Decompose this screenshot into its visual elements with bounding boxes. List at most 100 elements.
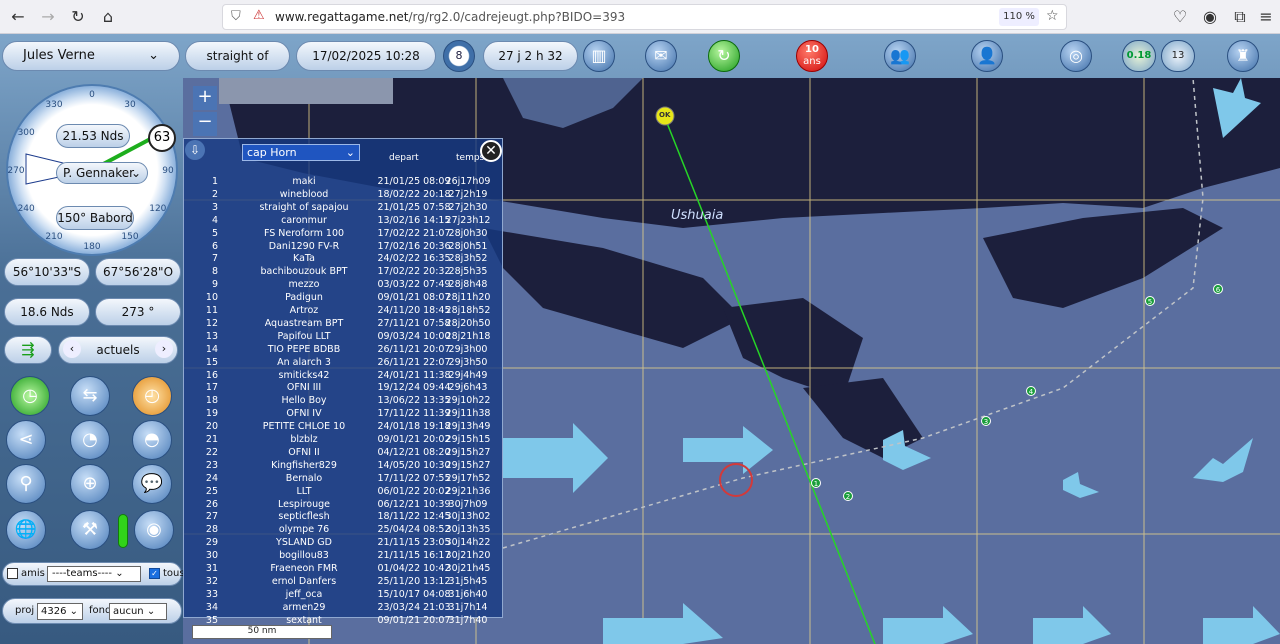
table-row[interactable]: 31 Fraeneon FMR 01/04/22 10:42 30j21h45 <box>184 562 504 575</box>
download-icon[interactable]: ⇩ <box>185 140 205 160</box>
clock-icon[interactable]: ◷ <box>10 376 50 416</box>
tools-icon[interactable]: ⚒ <box>70 510 110 550</box>
url-bar[interactable]: ⛉ ⚠ www.regattagame.net/rg/rg2.0/cadreje… <box>222 4 1067 30</box>
clock-step-icon[interactable]: 8 <box>443 40 475 72</box>
waypoint-marker[interactable]: 6 <box>1213 284 1223 294</box>
table-row[interactable]: 29 YSLAND GD 21/11/15 23:05 30j14h22 <box>184 536 504 549</box>
buildings-icon[interactable]: ▥ <box>583 40 615 72</box>
zoom-in-button[interactable]: + <box>193 86 217 110</box>
timer-icon[interactable]: ◴ <box>132 376 172 416</box>
user-icon[interactable]: 👤 <box>971 40 1003 72</box>
anniversary-badge-icon[interactable]: 10 ans <box>796 40 828 72</box>
table-row[interactable]: 5 FS Neroform 100 17/02/22 21:07 28j0h30 <box>184 227 504 240</box>
cell-name: ernol Danfers <box>271 575 337 587</box>
home-icon[interactable]: ⌂ <box>98 7 118 27</box>
account-icon[interactable]: ◉ <box>1200 7 1220 27</box>
table-row[interactable]: 7 KaTa 24/02/22 16:35 28j3h52 <box>184 252 504 265</box>
table-row[interactable]: 30 bogillou83 21/11/15 16:17 30j21h20 <box>184 549 504 562</box>
table-row[interactable]: 17 OFNI III 19/12/24 09:44 29j6h43 <box>184 381 504 394</box>
forward-icon[interactable]: → <box>38 7 58 27</box>
back-icon[interactable]: ← <box>8 7 28 27</box>
amis-checkbox[interactable] <box>7 568 18 579</box>
table-row[interactable]: 3 straight of sapajou 21/01/25 07:58 27j2h3… <box>184 201 504 214</box>
cell-temps: 27j2h19 <box>448 188 488 200</box>
table-row[interactable]: 14 TIO PEPE BDBB 26/11/21 20:07 29j3h00 <box>184 343 504 356</box>
wind-arrows-icon[interactable]: ⇶ <box>4 336 52 364</box>
waypoint-marker[interactable]: 5 <box>1145 296 1155 306</box>
waypoint-marker[interactable]: 1 <box>811 478 821 488</box>
table-row[interactable]: 33 jeff_oca 15/10/17 04:08 31j6h40 <box>184 588 504 601</box>
table-row[interactable]: 26 Lespirouge 06/12/21 10:39 30j7h09 <box>184 498 504 511</box>
menu-icon[interactable]: ≡ <box>1256 7 1276 27</box>
table-row[interactable]: 1 maki 21/01/25 08:09 26j17h09 <box>184 175 504 188</box>
boat-select[interactable]: Jules Verne ⌄ <box>2 41 180 71</box>
table-row[interactable]: 4 caronmur 13/02/16 14:15 27j23h12 <box>184 214 504 227</box>
fond-select[interactable]: aucun ⌄ <box>109 603 167 620</box>
magnifier-icon[interactable]: ⚲ <box>6 464 46 504</box>
waypoint-marker[interactable]: 2 <box>843 491 853 501</box>
counter-grey[interactable]: 13 <box>1161 40 1195 72</box>
wind-arrow-icon <box>503 423 608 493</box>
table-row[interactable]: 12 Aquastream BPT 27/11/21 07:58 28j20h50 <box>184 317 504 330</box>
eye-icon[interactable]: ◉ <box>134 510 174 550</box>
table-row[interactable]: 28 olympe 76 25/04/24 08:52 30j13h35 <box>184 523 504 536</box>
zoom-level[interactable]: 110 % <box>999 8 1039 26</box>
next-arrow-icon[interactable]: › <box>155 340 173 358</box>
counter-green[interactable]: 0.18 <box>1122 40 1156 72</box>
zoom-out-button[interactable]: − <box>193 112 217 136</box>
share-icon[interactable]: ⋖ <box>6 420 46 460</box>
table-row[interactable]: 10 Padigun 09/01/21 08:07 28j11h20 <box>184 291 504 304</box>
table-row[interactable]: 24 Bernalo 17/11/22 07:55 29j17h52 <box>184 472 504 485</box>
gauge-icon[interactable]: ◔ <box>70 420 110 460</box>
tous-checkbox[interactable]: ✓ <box>149 568 160 579</box>
teams-select[interactable]: ----teams---- ⌄ <box>47 566 141 582</box>
col-depart: depart <box>389 153 419 163</box>
compass-tick-label: 90 <box>162 166 174 176</box>
crosshair-icon[interactable]: ⊕ <box>70 464 110 504</box>
table-row[interactable]: 13 Papifou LLT 09/03/24 10:00 28j21h18 <box>184 330 504 343</box>
chat-bubble-icon[interactable]: 💬 <box>132 464 172 504</box>
table-row[interactable]: 34 armen29 23/03/24 21:03 31j7h14 <box>184 601 504 614</box>
table-row[interactable]: 15 An alarch 3 26/11/21 22:07 29j3h50 <box>184 356 504 369</box>
prev-arrow-icon[interactable]: ‹ <box>63 340 81 358</box>
waypoint-marker[interactable]: 3 <box>981 416 991 426</box>
table-row[interactable]: 23 Kingfisher829 14/05/20 10:30 29j15h27 <box>184 459 504 472</box>
table-row[interactable]: 18 Hello Boy 13/06/22 13:35 29j10h22 <box>184 394 504 407</box>
table-row[interactable]: 25 LLT 06/01/22 20:02 29j21h36 <box>184 485 504 498</box>
table-row[interactable]: 21 blzblz 09/01/21 20:02 29j15h15 <box>184 433 504 446</box>
table-row[interactable]: 27 septicflesh 18/11/22 12:45 30j13h02 <box>184 510 504 523</box>
compass-dial[interactable]: 0306090120150180210240270300330 21.53 Nd… <box>6 84 178 256</box>
reload-icon[interactable]: ↻ <box>68 7 88 27</box>
table-row[interactable]: 16 smiticks42 24/01/21 11:38 29j4h49 <box>184 369 504 382</box>
table-row[interactable]: 9 mezzo 03/03/22 07:49 28j8h48 <box>184 278 504 291</box>
table-row[interactable]: 8 bachibouzouk BPT 17/02/22 20:32 28j5h35 <box>184 265 504 278</box>
table-row[interactable]: 6 Dani1290 FV-R 17/02/16 20:36 28j0h51 <box>184 240 504 253</box>
race-name[interactable]: straight of sapajou <box>185 41 290 91</box>
cell-rank: 10 <box>205 292 218 304</box>
extensions-icon[interactable]: ⧉ <box>1230 7 1250 27</box>
pocket-icon[interactable]: ♡ <box>1170 7 1190 27</box>
proj-select[interactable]: 4326 ⌄ <box>37 603 83 620</box>
table-row[interactable]: 11 Artroz 24/11/20 18:45 28j18h52 <box>184 304 504 317</box>
group-icon[interactable]: 👥 <box>884 40 916 72</box>
lifebuoy-icon[interactable]: ◎ <box>1060 40 1092 72</box>
globe-icon[interactable]: 🌐 <box>6 510 46 550</box>
sail-select[interactable]: P. Gennaker ⌄ <box>56 162 148 184</box>
swap-icon[interactable]: ⇆ <box>70 376 110 416</box>
close-icon[interactable]: ✕ <box>480 140 502 162</box>
cell-rank: 23 <box>205 459 218 471</box>
table-row[interactable]: 20 PETITE CHLOE 10 24/01/18 19:18 29j13h49 <box>184 420 504 433</box>
lighthouse-icon[interactable]: ♜ <box>1227 40 1259 72</box>
ranking-select[interactable]: cap Horn ⌄ <box>242 144 360 161</box>
bookmark-star-icon[interactable]: ☆ <box>1046 8 1059 24</box>
protractor-icon[interactable]: ◓ <box>132 420 172 460</box>
waypoint-marker[interactable]: 4 <box>1026 386 1036 396</box>
table-row[interactable]: 19 OFNI IV 17/11/22 11:39 29j11h38 <box>184 407 504 420</box>
table-row[interactable]: 32 ernol Danfers 25/11/20 13:12 31j5h45 <box>184 575 504 588</box>
refresh-icon[interactable]: ↻ <box>708 40 740 72</box>
mail-icon[interactable]: ✉ <box>645 40 677 72</box>
compass-tick-label: 210 <box>45 232 62 242</box>
table-row[interactable]: 2 wineblood 18/02/22 20:18 27j2h19 <box>184 188 504 201</box>
table-row[interactable]: 22 OFNI II 04/12/21 08:20 29j15h27 <box>184 446 504 459</box>
view-selector[interactable]: ‹ actuels › <box>58 336 178 364</box>
